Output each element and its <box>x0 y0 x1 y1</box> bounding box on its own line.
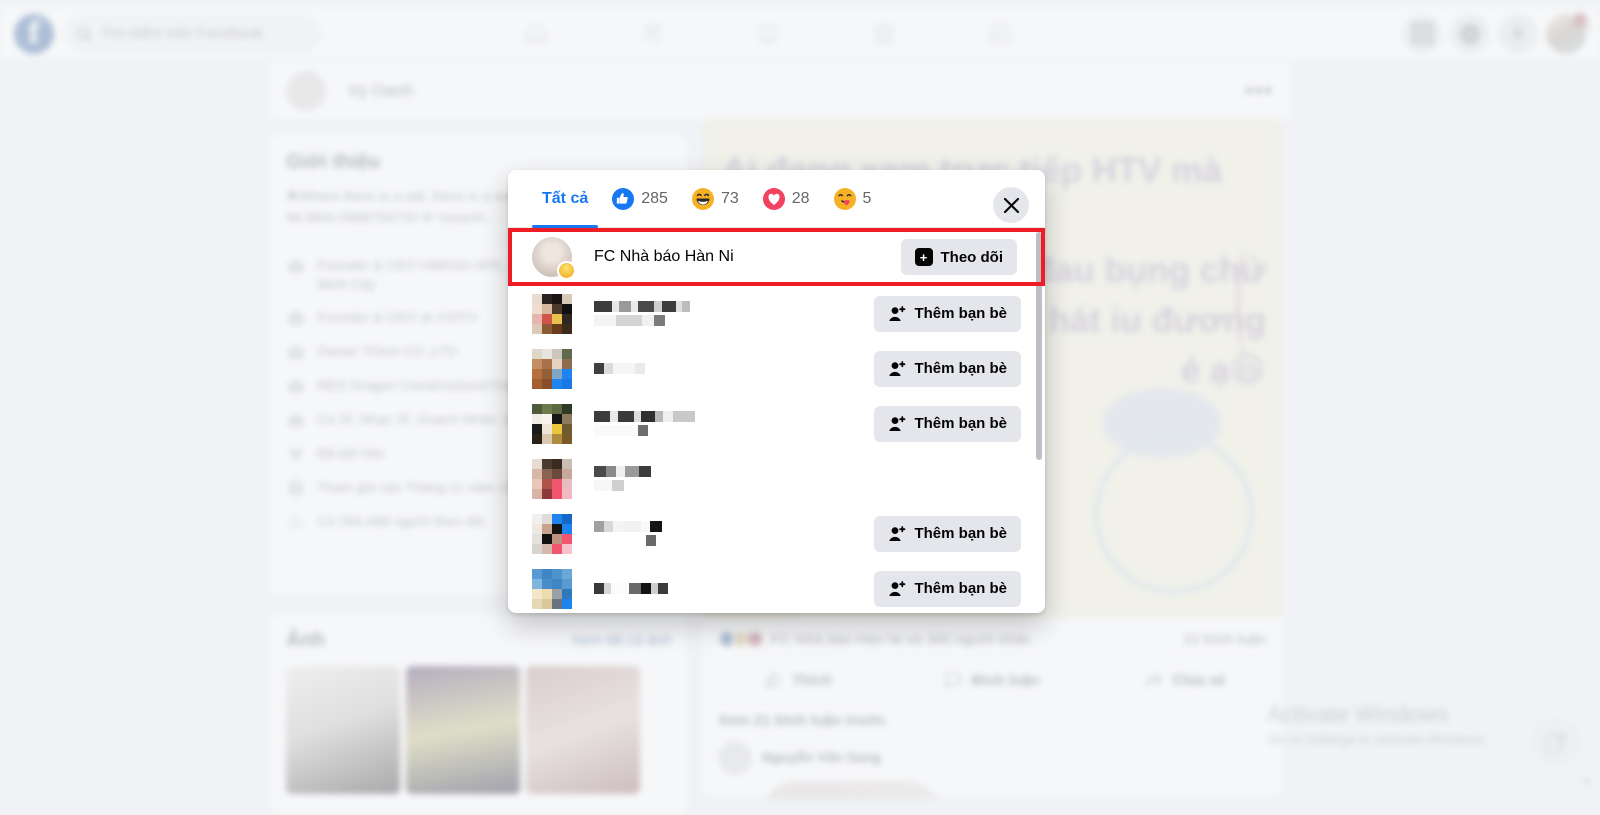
reaction-list-item[interactable]: FC Nhà báo Hàn Ni + Theo dõi <box>508 228 1045 286</box>
avatar[interactable] <box>532 349 572 389</box>
haha-icon <box>692 188 714 210</box>
add-friend-icon <box>888 580 906 598</box>
tab-like-count: 285 <box>641 190 668 208</box>
reactions-tabs-bar: Tất cả 285 <box>508 170 1045 228</box>
avatar[interactable] <box>532 404 572 444</box>
add-friend-button-label: Thêm bạn bè <box>914 580 1007 597</box>
reactor-name-censored <box>594 583 668 594</box>
love-icon <box>763 188 785 210</box>
reaction-list-item[interactable]: Thêm bạn bè <box>508 506 1045 561</box>
close-icon <box>1003 197 1020 214</box>
avatar[interactable] <box>532 459 572 499</box>
tab-haha[interactable]: 73 <box>680 170 751 228</box>
avatar[interactable] <box>532 569 572 609</box>
tab-love[interactable]: 28 <box>751 170 822 228</box>
add-friend-icon <box>888 415 906 433</box>
reactor-name-censored <box>594 521 662 546</box>
tab-all[interactable]: Tất cả <box>530 170 600 228</box>
add-friend-button[interactable]: Thêm bạn bè <box>874 516 1021 552</box>
tab-care[interactable]: 5 <box>822 170 884 228</box>
avatar[interactable] <box>532 294 572 334</box>
care-icon <box>834 188 856 210</box>
avatar[interactable] <box>532 237 572 277</box>
reactor-name-censored <box>594 466 651 491</box>
haha-icon <box>557 261 576 280</box>
follow-plus-icon: + <box>915 248 933 266</box>
like-icon <box>612 188 634 210</box>
tab-love-count: 28 <box>792 190 810 208</box>
add-friend-button-label: Thêm bạn bè <box>914 360 1007 377</box>
reaction-list-item[interactable]: Thêm bạn bè <box>508 396 1045 451</box>
tab-all-label: Tất cả <box>542 190 588 208</box>
reactor-name-censored <box>594 363 645 374</box>
reactor-name-censored <box>594 411 695 436</box>
tab-haha-count: 73 <box>721 190 739 208</box>
add-friend-button-label: Thêm bạn bè <box>914 525 1007 542</box>
add-friend-icon <box>888 305 906 323</box>
avatar[interactable] <box>532 514 572 554</box>
reaction-list-item[interactable]: Thêm bạn bè <box>508 286 1045 341</box>
add-friend-button[interactable]: Thêm bạn bè <box>874 351 1021 387</box>
follow-button-label: Theo dõi <box>941 249 1004 266</box>
tab-care-count: 5 <box>863 190 872 208</box>
reactions-list-container[interactable]: FC Nhà báo Hàn Ni + Theo dõi <box>508 228 1045 613</box>
add-friend-button[interactable]: Thêm bạn bè <box>874 406 1021 442</box>
close-button[interactable] <box>993 187 1029 223</box>
follow-button[interactable]: + Theo dõi <box>901 239 1018 275</box>
add-friend-icon <box>888 525 906 543</box>
add-friend-button[interactable]: Thêm bạn bè <box>874 296 1021 332</box>
add-friend-icon <box>888 360 906 378</box>
reaction-list-item[interactable] <box>508 451 1045 506</box>
reactions-dialog: Tất cả 285 <box>508 170 1045 613</box>
reaction-list-item[interactable]: Thêm bạn bè <box>508 341 1045 396</box>
modal-overlay: Tất cả 285 <box>0 0 1600 797</box>
add-friend-button[interactable]: Thêm bạn bè <box>874 571 1021 607</box>
reactor-name[interactable]: FC Nhà báo Hàn Ni <box>594 248 734 266</box>
reactions-list: FC Nhà báo Hàn Ni + Theo dõi <box>508 228 1045 613</box>
reactor-name-censored <box>594 301 690 326</box>
tab-like[interactable]: 285 <box>600 170 680 228</box>
add-friend-button-label: Thêm bạn bè <box>914 305 1007 322</box>
page-root: f Tìm kiếm trên Facebook <box>0 0 1600 797</box>
add-friend-button-label: Thêm bạn bè <box>914 415 1007 432</box>
reaction-list-item[interactable]: Thêm bạn bè <box>508 561 1045 613</box>
